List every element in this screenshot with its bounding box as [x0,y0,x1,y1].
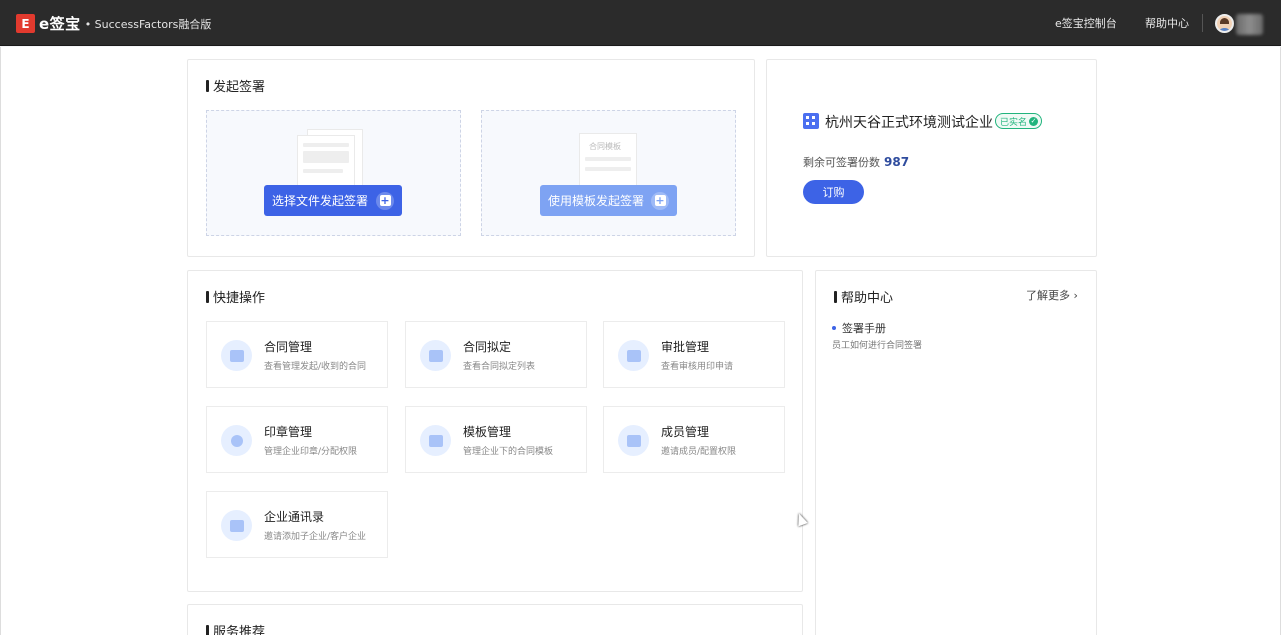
op-desc: 邀请添加子企业/客户企业 [264,532,367,542]
help-item-signing-manual[interactable]: 签署手册 [832,320,886,336]
use-template-tile[interactable]: 合同模板 使用模板发起签署 + [481,110,736,236]
select-file-tile[interactable]: 选择文件发起签署 + [206,110,461,236]
building-icon [803,113,819,129]
op-desc: 管理企业下的合同模板 [463,447,554,457]
op-desc: 查看合同拟定列表 [463,362,536,372]
op-title: 企业通讯录 [264,510,325,524]
service-recommend-card: 服务推荐 [187,604,803,635]
op-member-management[interactable]: 成员管理 邀请成员/配置权限 [603,406,785,473]
username-blurred[interactable] [1236,14,1263,35]
learn-more-link[interactable]: 了解更多 › [1026,287,1078,303]
contacts-icon [221,510,252,541]
esign-logo[interactable]: E e签宝 • SuccessFactors融合版 [16,13,211,34]
op-desc: 查看管理发起/收到的合同 [264,362,367,372]
help-section-title: 帮助中心 [834,287,893,306]
plus-icon: + [376,191,394,210]
op-desc: 邀请成员/配置权限 [661,447,737,457]
template-illustration-icon: 合同模板 [579,129,651,191]
op-title: 模板管理 [463,425,512,439]
remaining-label: 剩余可签署份数 [803,156,880,169]
nav-divider [1202,14,1203,32]
user-avatar[interactable] [1215,14,1234,33]
op-desc: 管理企业印章/分配权限 [264,447,358,457]
quick-title-text: 快捷操作 [213,291,266,306]
select-file-launch-button[interactable]: 选择文件发起签署 + [264,185,402,216]
document-illustration-icon [297,129,369,191]
edit-document-icon [420,340,451,371]
op-seal-management[interactable]: 印章管理 管理企业印章/分配权限 [206,406,388,473]
template-icon [420,425,451,456]
op-title: 印章管理 [264,425,313,439]
use-template-launch-button[interactable]: 使用模板发起签署 + [540,185,677,216]
op-title: 合同拟定 [463,340,512,354]
top-navigation-bar: E e签宝 • SuccessFactors融合版 e签宝控制台 帮助中心 [0,0,1281,46]
console-link[interactable]: e签宝控制台 [1055,15,1117,31]
title-marker [834,290,837,303]
service-title-text: 服务推荐 [213,625,266,635]
op-title: 合同管理 [264,340,313,354]
remaining-count: 剩余可签署份数 987 [803,154,909,170]
op-enterprise-contacts[interactable]: 企业通讯录 邀请添加子企业/客户企业 [206,491,388,558]
title-marker [206,290,209,303]
help-item-desc: 员工如何进行合同签署 [832,341,923,351]
plus-icon: + [651,191,669,210]
use-template-label: 使用模板发起签署 [548,194,645,208]
company-info-card: 杭州天谷正式环境测试企业 已实名 ✓ 剩余可签署份数 987 订购 [766,59,1097,257]
launch-section-title: 发起签署 [206,76,265,95]
help-item-title: 签署手册 [842,322,886,335]
op-approval-management[interactable]: 审批管理 查看审核用印申请 [603,321,785,388]
template-illustration-text: 合同模板 [589,142,621,151]
quick-operations-card: 快捷操作 合同管理 查看管理发起/收到的合同 合同拟定 查看合同拟定列表 审批管… [187,270,803,592]
bullet-icon [832,326,836,330]
select-file-label: 选择文件发起签署 [272,194,369,208]
op-title: 成员管理 [661,425,710,439]
help-title-text: 帮助中心 [841,291,894,306]
company-name: 杭州天谷正式环境测试企业 [825,115,993,131]
op-title: 审批管理 [661,340,710,354]
check-icon: ✓ [1029,116,1039,126]
help-center-link[interactable]: 帮助中心 [1145,15,1189,31]
verified-badge: 已实名 ✓ [995,113,1043,129]
remaining-number: 987 [884,155,910,169]
op-template-management[interactable]: 模板管理 管理企业下的合同模板 [405,406,587,473]
launch-signing-card: 发起签署 选择文件发起签署 + 合同模板 使用模板发起签署 + [187,59,755,257]
order-button[interactable]: 订购 [803,180,864,204]
stamp-icon [618,340,649,371]
title-marker [206,624,209,635]
folder-icon [221,340,252,371]
op-desc: 查看审核用印申请 [661,362,734,372]
launch-title-text: 发起签署 [213,80,266,95]
op-contract-management[interactable]: 合同管理 查看管理发起/收到的合同 [206,321,388,388]
quick-section-title: 快捷操作 [206,287,265,306]
logo-name: e签宝 [39,15,81,33]
logo-mark-icon: E [16,14,35,33]
users-icon [618,425,649,456]
logo-subtitle: • SuccessFactors融合版 [84,17,212,31]
title-marker [206,79,209,92]
op-contract-drafting[interactable]: 合同拟定 查看合同拟定列表 [405,321,587,388]
verified-badge-label: 已实名 [1000,117,1028,128]
help-center-card: 帮助中心 了解更多 › 签署手册 员工如何进行合同签署 [815,270,1097,635]
seal-icon [221,425,252,456]
service-section-title: 服务推荐 [206,621,265,635]
